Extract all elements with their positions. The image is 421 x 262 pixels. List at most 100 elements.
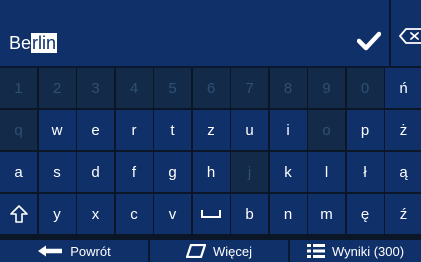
backspace-icon (399, 28, 421, 44)
key[interactable]: ł (346, 152, 384, 192)
key[interactable]: k (269, 152, 307, 192)
shift-arrow-icon (9, 205, 28, 223)
key[interactable]: f (115, 152, 153, 192)
key-label: l (324, 163, 329, 181)
key-label: ż (399, 121, 408, 139)
search-input-bar: Berlin (0, 0, 421, 68)
key-label: m (320, 205, 333, 223)
key-label: d (91, 163, 100, 181)
key-label: 6 (206, 79, 216, 97)
key-label: c (130, 205, 138, 223)
key[interactable]: g (154, 152, 191, 192)
key[interactable]: t (154, 110, 191, 150)
key[interactable]: e (77, 110, 114, 150)
key-label: f (131, 163, 137, 181)
key-label: u (245, 121, 254, 139)
key[interactable]: z (192, 110, 230, 150)
backspace-button[interactable] (389, 0, 421, 66)
key[interactable]: ń (385, 68, 421, 108)
key-label: 2 (52, 79, 62, 97)
parallelogram-icon (185, 244, 206, 258)
key[interactable]: r (115, 110, 153, 150)
key-label: r (131, 121, 137, 139)
key-label: h (206, 163, 216, 181)
more-label: Więcej (212, 243, 252, 259)
key[interactable]: y (38, 194, 76, 234)
key[interactable]: v (154, 194, 191, 234)
key[interactable]: ż (385, 110, 421, 150)
key-label: 0 (360, 79, 370, 97)
key: o (308, 110, 345, 150)
key-label: g (168, 163, 177, 181)
key[interactable]: p (346, 110, 384, 150)
key-label: o (322, 121, 331, 139)
key[interactable]: ź (385, 194, 421, 234)
key-label: v (168, 205, 177, 223)
back-button[interactable]: Powrót (0, 240, 148, 262)
more-button[interactable]: Więcej (150, 240, 288, 262)
key-label: x (91, 205, 100, 223)
key: 0 (346, 68, 384, 108)
key-label: s (53, 163, 61, 181)
input-text-plain: Be (9, 33, 32, 53)
key-space[interactable] (192, 194, 230, 234)
key-label: y (53, 205, 61, 223)
check-icon (357, 31, 381, 51)
key-label: ł (363, 163, 367, 181)
key-label: 4 (129, 79, 139, 97)
key-label: 5 (168, 79, 177, 97)
key[interactable]: w (38, 110, 76, 150)
key-label: n (283, 205, 293, 223)
key: 1 (0, 68, 37, 108)
results-button[interactable]: Wyniki (300) (290, 240, 421, 262)
key-label: a (14, 163, 23, 181)
list-icon (306, 244, 325, 258)
key-label: ą (399, 163, 408, 181)
key[interactable]: s (38, 152, 76, 192)
input-text-selected: rlin (31, 33, 58, 53)
key[interactable]: i (269, 110, 307, 150)
key[interactable]: b (231, 194, 268, 234)
key-label: 1 (14, 79, 23, 97)
back-label: Powrót (70, 243, 111, 259)
key-label: w (51, 121, 63, 139)
key[interactable]: d (77, 152, 114, 192)
key[interactable]: ą (385, 152, 421, 192)
key-label: ę (360, 205, 370, 223)
key: q (0, 110, 37, 150)
left-arrow-icon (37, 245, 63, 257)
key-label: j (247, 163, 252, 181)
key-label: k (284, 163, 292, 181)
key: 2 (38, 68, 76, 108)
key-shift[interactable] (0, 194, 37, 234)
key: 9 (308, 68, 345, 108)
key-label: p (360, 121, 370, 139)
key-label: t (170, 121, 175, 139)
key-label: e (91, 121, 100, 139)
confirm-button[interactable] (354, 26, 384, 56)
key: 7 (231, 68, 268, 108)
bottom-toolbar: Powrót Więcej Wyniki (300) (0, 240, 421, 262)
key-label: ź (399, 205, 408, 223)
key[interactable]: m (308, 194, 345, 234)
key[interactable]: a (0, 152, 37, 192)
key-label: i (286, 121, 290, 139)
key: 8 (269, 68, 307, 108)
results-label: Wyniki (300) (331, 243, 405, 259)
search-input[interactable]: Berlin (9, 32, 58, 54)
key-label: q (14, 121, 23, 139)
key[interactable]: u (231, 110, 268, 150)
key: 3 (77, 68, 114, 108)
key[interactable]: h (192, 152, 230, 192)
key: 6 (192, 68, 230, 108)
key[interactable]: l (308, 152, 345, 192)
key-label: 8 (283, 79, 293, 97)
key[interactable]: n (269, 194, 307, 234)
key-label: 3 (91, 79, 100, 97)
space-bar-icon (201, 209, 221, 219)
key-label: b (245, 205, 254, 223)
key: j (231, 152, 268, 192)
key[interactable]: ę (346, 194, 384, 234)
key[interactable]: c (115, 194, 153, 234)
key[interactable]: x (77, 194, 114, 234)
